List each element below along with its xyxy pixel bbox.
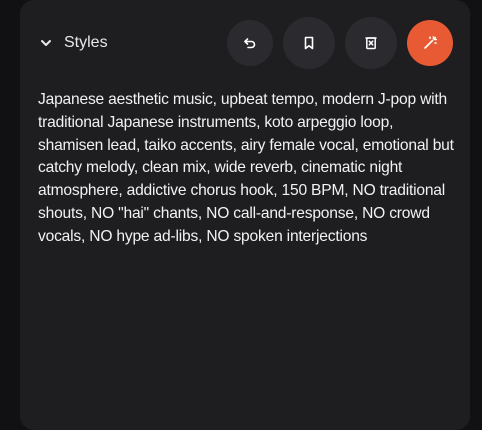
styles-header: Styles [20, 0, 470, 88]
trash-icon [363, 35, 379, 51]
magic-enhance-button[interactable] [407, 20, 453, 66]
styles-collapse-toggle[interactable]: Styles [38, 31, 108, 55]
magic-wand-icon [422, 35, 438, 51]
styles-panel: Styles Japanese aesthetic music, upbeat … [20, 0, 470, 430]
chevron-down-icon [38, 35, 54, 51]
styles-title: Styles [64, 34, 108, 51]
bookmark-button[interactable] [283, 17, 335, 69]
style-prompt-text[interactable]: Japanese aesthetic music, upbeat tempo, … [38, 89, 458, 249]
undo-icon [242, 35, 258, 51]
undo-button[interactable] [227, 20, 273, 66]
clear-button[interactable] [345, 17, 397, 69]
bookmark-icon [301, 35, 317, 51]
